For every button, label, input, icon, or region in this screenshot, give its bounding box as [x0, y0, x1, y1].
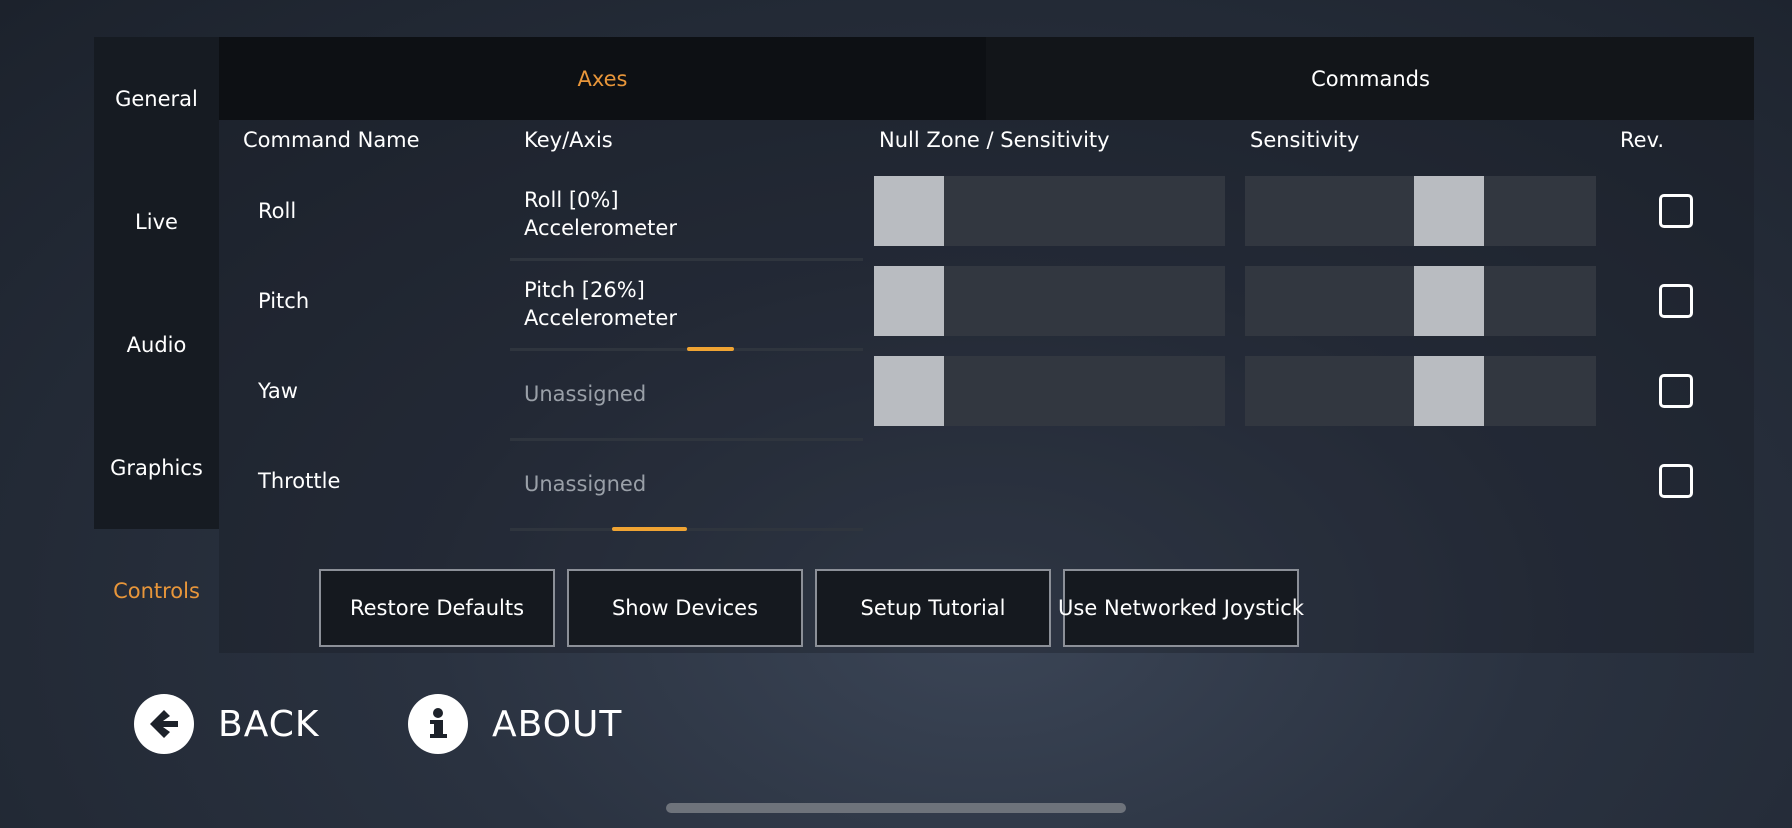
- show-devices-button[interactable]: Show Devices: [567, 569, 803, 647]
- sidebar-item-graphics[interactable]: Graphics: [94, 406, 219, 529]
- key-axis-underline-roll: [510, 258, 863, 261]
- sidebar: General Live Audio Graphics Controls: [94, 37, 219, 653]
- column-header-sensitivity: Sensitivity: [1250, 128, 1360, 152]
- about-label: ABOUT: [492, 703, 623, 745]
- settings-panel: General Live Audio Graphics Controls Axe…: [94, 37, 1754, 653]
- controls-content: Axes Commands Command Name Key/Axis Null…: [219, 37, 1754, 653]
- use-networked-joystick-button[interactable]: Use Networked Joystick: [1058, 569, 1304, 647]
- reverse-checkbox-roll[interactable]: [1659, 194, 1693, 228]
- null-zone-slider-roll[interactable]: [874, 176, 1225, 246]
- tab-bar: Axes Commands: [219, 37, 1754, 120]
- reverse-checkbox-yaw[interactable]: [1659, 374, 1693, 408]
- reverse-checkbox-throttle[interactable]: [1659, 464, 1693, 498]
- row-name-roll: Roll: [258, 199, 297, 223]
- slider-thumb[interactable]: [874, 356, 944, 426]
- key-axis-underline-yaw: [510, 438, 863, 441]
- slider-thumb[interactable]: [874, 266, 944, 336]
- null-zone-slider-yaw[interactable]: [874, 356, 1225, 426]
- row-name-pitch: Pitch: [258, 289, 310, 313]
- sidebar-item-audio[interactable]: Audio: [94, 283, 219, 406]
- column-header-reverse: Rev.: [1620, 128, 1665, 152]
- info-circle-icon: [408, 694, 468, 754]
- slider-thumb[interactable]: [1414, 266, 1484, 336]
- sidebar-item-general[interactable]: General: [94, 37, 219, 160]
- sidebar-item-live[interactable]: Live: [94, 160, 219, 283]
- null-zone-slider-pitch[interactable]: [874, 266, 1225, 336]
- row-name-throttle: Throttle: [258, 469, 341, 493]
- row-name-yaw: Yaw: [258, 379, 298, 403]
- sidebar-item-controls[interactable]: Controls: [94, 529, 219, 652]
- axis-value-indicator-pitch: [687, 347, 734, 351]
- axis-value-indicator-throttle: [612, 527, 687, 531]
- back-label: BACK: [218, 703, 320, 745]
- key-axis-pitch[interactable]: Pitch [26%] Accelerometer: [524, 276, 877, 332]
- about-button[interactable]: ABOUT: [408, 694, 622, 754]
- slider-thumb[interactable]: [1414, 356, 1484, 426]
- key-axis-throttle[interactable]: Unassigned: [524, 470, 877, 498]
- sensitivity-slider-roll[interactable]: [1245, 176, 1596, 246]
- setup-tutorial-button[interactable]: Setup Tutorial: [815, 569, 1051, 647]
- sensitivity-slider-pitch[interactable]: [1245, 266, 1596, 336]
- back-button[interactable]: BACK: [134, 694, 319, 754]
- key-axis-roll[interactable]: Roll [0%] Accelerometer: [524, 186, 877, 242]
- restore-defaults-button[interactable]: Restore Defaults: [319, 569, 555, 647]
- reverse-checkbox-pitch[interactable]: [1659, 284, 1693, 318]
- tab-axes[interactable]: Axes: [219, 37, 986, 120]
- slider-thumb[interactable]: [874, 176, 944, 246]
- tab-commands[interactable]: Commands: [987, 37, 1754, 120]
- sensitivity-slider-yaw[interactable]: [1245, 356, 1596, 426]
- arrow-left-circle-icon: [134, 694, 194, 754]
- column-header-command-name: Command Name: [243, 128, 420, 152]
- slider-thumb[interactable]: [1414, 176, 1484, 246]
- home-indicator[interactable]: [666, 803, 1126, 813]
- column-header-null-zone: Null Zone / Sensitivity: [879, 128, 1110, 152]
- key-axis-yaw[interactable]: Unassigned: [524, 380, 877, 408]
- column-header-key-axis: Key/Axis: [524, 128, 613, 152]
